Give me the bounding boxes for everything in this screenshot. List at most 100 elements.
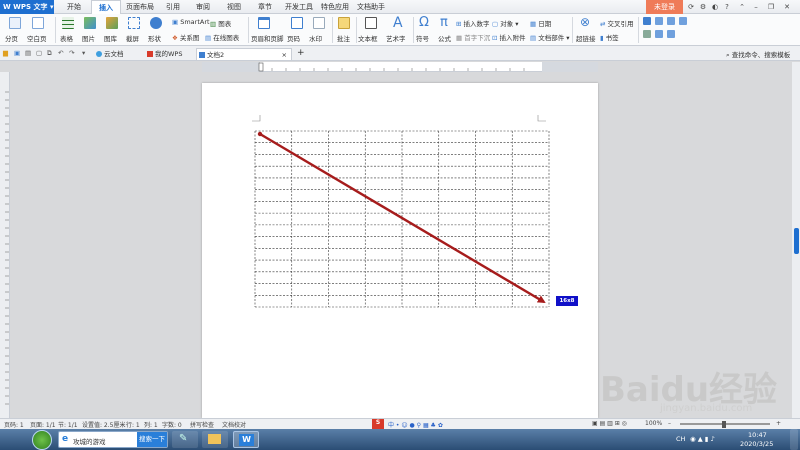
hyperlink-icon: ⊗ xyxy=(580,15,591,29)
attachment-button[interactable]: ⊡ 插入附件 xyxy=(492,32,526,42)
view-icon[interactable] xyxy=(643,30,651,38)
horizontal-ruler[interactable] xyxy=(202,62,598,72)
watermark-icon xyxy=(313,17,325,29)
tab-review[interactable]: 审阅 xyxy=(190,0,216,14)
watermark-button[interactable]: 水印 xyxy=(309,33,322,43)
tab-section[interactable]: 章节 xyxy=(252,0,278,14)
tab-doc-assistant[interactable]: 文档助手 xyxy=(354,0,388,14)
tray-date[interactable]: 2020/3/25 xyxy=(740,440,773,448)
smartart-button[interactable]: ▣ SmartArt xyxy=(172,18,210,26)
taskbar-app-tools[interactable]: ✎ xyxy=(172,431,198,448)
tray-language[interactable]: CH xyxy=(676,435,685,443)
view-icon[interactable] xyxy=(643,17,651,25)
view-icon[interactable] xyxy=(667,30,675,38)
view-icon[interactable] xyxy=(655,30,663,38)
relation-button[interactable]: ❖ 关系图 xyxy=(172,32,199,42)
settings-icon[interactable]: ⚙ xyxy=(698,2,708,12)
taskbar-app-explorer[interactable] xyxy=(202,431,228,448)
close-button[interactable]: ✕ xyxy=(782,2,792,12)
login-button[interactable]: 未登录 xyxy=(646,0,683,14)
tab-my-wps[interactable]: 我的WPS xyxy=(145,48,195,60)
wordart-button[interactable]: 艺术字 xyxy=(386,33,406,43)
object-button[interactable]: ▢ 对象 ▾ xyxy=(492,18,519,28)
spell-check-toggle[interactable]: 拼写检查 xyxy=(190,420,214,429)
doc-parts-button[interactable]: ▤ 文档部件 ▾ xyxy=(530,32,570,42)
app-menu-button[interactable]: W WPS 文字 ▾ xyxy=(0,0,54,14)
sync-icon[interactable]: ⟳ xyxy=(686,2,696,12)
restore-button[interactable]: ❐ xyxy=(766,2,776,12)
online-chart-button[interactable]: ▤ 在线图表 xyxy=(205,32,239,42)
tab-developer[interactable]: 开发工具 xyxy=(282,0,316,14)
tab-document-2[interactable]: 文档2 × xyxy=(196,48,292,60)
symbol-button[interactable]: 符号 xyxy=(416,33,429,43)
taskbar-search[interactable]: e 攻城的游戏 搜索一下 xyxy=(58,431,168,448)
skin-icon[interactable]: ◐ xyxy=(710,2,720,12)
tab-insert[interactable]: 插入 xyxy=(91,0,121,14)
first-letter-button[interactable]: ▦ 首字下沉 xyxy=(456,32,490,42)
redo-icon[interactable]: ↷ xyxy=(69,49,74,57)
close-tab-icon[interactable]: × xyxy=(282,49,287,61)
tray-time[interactable]: 10:47 xyxy=(748,431,767,439)
open-folder-icon[interactable]: ▆ xyxy=(3,49,8,57)
tab-references[interactable]: 引用 xyxy=(160,0,186,14)
sogou-ime-icon[interactable]: S xyxy=(372,419,384,429)
view-icon[interactable] xyxy=(655,17,663,25)
insert-number-button[interactable]: ⊞ 插入数字 xyxy=(456,18,490,28)
tab-home[interactable]: 开始 xyxy=(60,0,88,14)
scrollbar-thumb[interactable] xyxy=(794,228,799,254)
tab-page-layout[interactable]: 页面布局 xyxy=(122,0,158,14)
screenshot-button[interactable]: 截屏 xyxy=(126,33,139,43)
doc-proof-button[interactable]: 文档校对 xyxy=(222,420,246,429)
undo-icon[interactable]: ↶ xyxy=(58,49,63,57)
start-button[interactable] xyxy=(32,430,52,450)
date-label: 日期 xyxy=(538,20,552,28)
ribbon-toggle-icon[interactable]: ⌃ xyxy=(737,2,747,12)
comment-button[interactable]: 批注 xyxy=(337,33,350,43)
cross-ref-button[interactable]: ⇄ 交叉引用 xyxy=(600,18,634,28)
show-desktop-button[interactable] xyxy=(790,429,798,450)
tab-features[interactable]: 特色应用 xyxy=(318,0,352,14)
ruler-ticks xyxy=(5,91,9,405)
table-button[interactable]: 表格 xyxy=(60,33,73,43)
ribbon-divider xyxy=(55,17,56,43)
formula-button[interactable]: 公式 xyxy=(438,33,451,43)
header-footer-button[interactable]: 页眉和页脚 xyxy=(251,33,284,43)
taskbar-app-wps[interactable]: W xyxy=(233,431,259,448)
watermark-url: jingyan.baidu.com xyxy=(660,403,753,414)
tab-cloud-docs[interactable]: 云文档 xyxy=(94,48,142,60)
hyperlink-button[interactable]: 超链接 xyxy=(576,33,596,43)
new-tab-button[interactable]: + xyxy=(297,48,305,58)
chevron-down-icon[interactable]: ▾ xyxy=(82,49,85,57)
save-icon[interactable]: ▣ xyxy=(14,49,20,57)
zoom-slider-thumb[interactable] xyxy=(722,421,726,428)
zoom-in-button[interactable]: + xyxy=(776,420,781,427)
print-icon[interactable]: ▤ xyxy=(25,49,31,57)
gallery-button[interactable]: 图库 xyxy=(104,33,117,43)
attachment-label: 插入附件 xyxy=(499,34,526,42)
tray-icons[interactable]: ◉ ▲ ▮ ♪ xyxy=(690,435,715,443)
view-icon[interactable] xyxy=(679,17,687,25)
textbox-button[interactable]: 文本框 xyxy=(358,33,378,43)
picture-button[interactable]: 图片 xyxy=(82,33,95,43)
page-number-button[interactable]: 页码 xyxy=(287,33,300,43)
view-mode-icons[interactable]: ▣ ▤ ▥ ⊞ ◎ xyxy=(592,420,627,427)
date-button[interactable]: ▦ 日期 xyxy=(530,18,551,28)
blank-page-button[interactable]: 空白页 xyxy=(27,33,47,43)
tools-icon: ✎ xyxy=(179,433,188,444)
view-icon[interactable] xyxy=(667,17,675,25)
minimize-button[interactable]: – xyxy=(751,2,761,12)
bookmark-button[interactable]: ▮ 书签 xyxy=(600,32,619,42)
zoom-out-button[interactable]: – xyxy=(668,420,671,427)
document-page[interactable]: 16x8 xyxy=(202,83,598,418)
preview-icon[interactable]: ▢ xyxy=(36,49,42,57)
search-submit-button[interactable]: 搜索一下 xyxy=(137,432,167,447)
shapes-button[interactable]: 形状 xyxy=(148,33,161,43)
copy-icon[interactable]: ⧉ xyxy=(47,49,52,58)
search-box[interactable]: ⌕ 查找命令、搜索模板 xyxy=(726,49,790,60)
ime-toolbar[interactable]: 中 • ☺ ● ⚲ ▦ ♣ ✿ xyxy=(388,420,443,429)
vertical-ruler[interactable] xyxy=(0,72,10,418)
tab-view[interactable]: 视图 xyxy=(221,0,247,14)
chart-button[interactable]: ▥ 图表 xyxy=(210,18,231,28)
page-break-button[interactable]: 分页 xyxy=(5,33,18,43)
help-icon[interactable]: ? xyxy=(722,2,732,12)
